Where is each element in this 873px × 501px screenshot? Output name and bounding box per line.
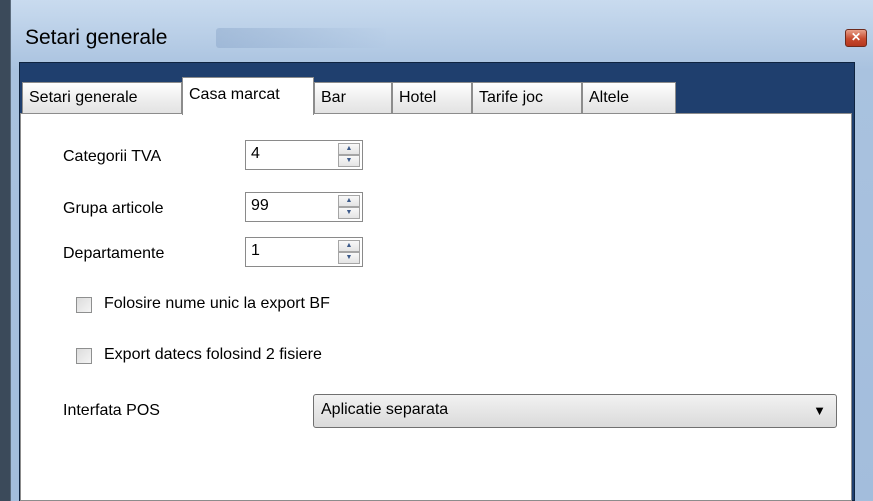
grupa-articole-label: Grupa articole: [63, 200, 164, 217]
tab-tarife-joc[interactable]: Tarife joc: [472, 82, 582, 114]
tab-bar[interactable]: Bar: [314, 82, 392, 114]
spin-down-icon[interactable]: ▼: [338, 207, 360, 219]
categorii-tva-spin-buttons: ▲ ▼: [338, 143, 360, 167]
export-datecs-label[interactable]: Export datecs folosind 2 fisiere: [104, 346, 322, 364]
spin-up-icon[interactable]: ▲: [338, 195, 360, 207]
chevron-down-icon[interactable]: ▼: [813, 403, 826, 418]
tab-casa-marcat[interactable]: Casa marcat: [182, 77, 314, 115]
title-bar-background-ghost: [216, 28, 386, 48]
grupa-articole-spinner[interactable]: 99 ▲ ▼: [245, 192, 363, 222]
departamente-label: Departamente: [63, 245, 165, 262]
interfata-pos-label: Interfata POS: [63, 402, 160, 419]
close-button[interactable]: ✕: [845, 29, 867, 47]
spin-up-icon[interactable]: ▲: [338, 143, 360, 155]
departamente-spinner[interactable]: 1 ▲ ▼: [245, 237, 363, 267]
tab-setari-generale[interactable]: Setari generale: [22, 82, 182, 114]
spin-down-icon[interactable]: ▼: [338, 155, 360, 167]
nume-unic-checkbox[interactable]: [76, 297, 92, 313]
export-datecs-checkbox[interactable]: [76, 348, 92, 364]
categorii-tva-value[interactable]: 4: [251, 145, 260, 163]
nume-unic-label[interactable]: Folosire nume unic la export BF: [104, 295, 330, 313]
categorii-tva-spinner[interactable]: 4 ▲ ▼: [245, 140, 363, 170]
spin-up-icon[interactable]: ▲: [338, 240, 360, 252]
tab-panel-casa-marcat: Categorii TVA 4 ▲ ▼ Grupa articole 99 ▲ …: [20, 113, 852, 501]
grupa-articole-spin-buttons: ▲ ▼: [338, 195, 360, 219]
title-bar: Setari generale ✕: [11, 0, 873, 60]
categorii-tva-label: Categorii TVA: [63, 148, 162, 165]
grupa-articole-value[interactable]: 99: [251, 197, 269, 215]
tab-altele[interactable]: Altele: [582, 82, 676, 114]
spin-down-icon[interactable]: ▼: [338, 252, 360, 264]
departamente-value[interactable]: 1: [251, 242, 260, 260]
window-title: Setari generale: [25, 26, 168, 49]
tab-strip: Setari generale Casa marcat Bar Hotel Ta…: [22, 77, 873, 115]
tab-hotel[interactable]: Hotel: [392, 82, 472, 114]
departamente-spin-buttons: ▲ ▼: [338, 240, 360, 264]
interfata-pos-dropdown[interactable]: Aplicatie separata ▼: [313, 394, 837, 428]
interfata-pos-selected: Aplicatie separata: [321, 401, 449, 418]
